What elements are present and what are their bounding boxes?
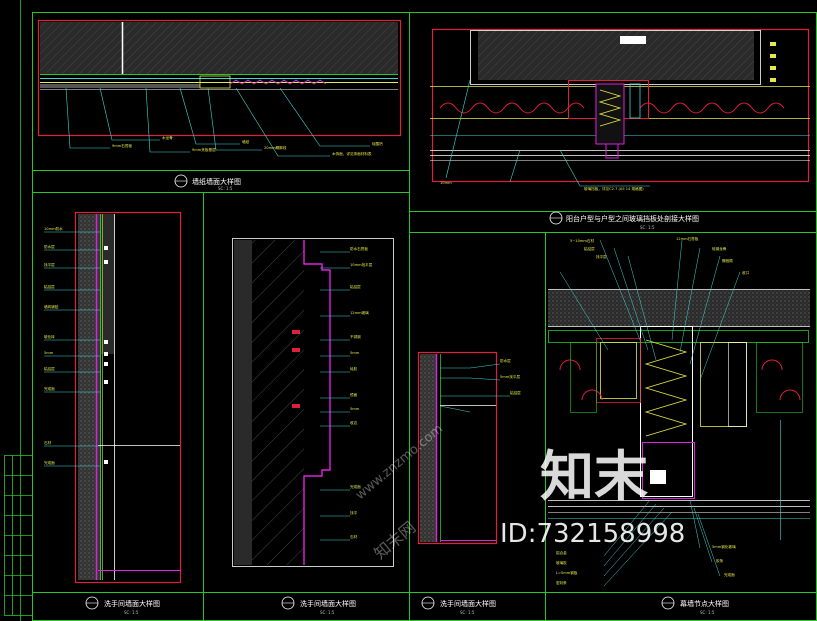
svg-text:5mm: 5mm: [44, 351, 54, 355]
svg-text:胶条: 胶条: [716, 558, 724, 563]
svg-text:硅胶: 硅胶: [350, 366, 358, 371]
svg-text:墙纸: 墙纸: [242, 139, 250, 144]
svg-text:隔音棉: 隔音棉: [722, 258, 733, 263]
title-block-6: 幕墙节点大样图 SC: 1:5: [661, 596, 729, 615]
svg-text:木饰面，详见饰面材料表: 木饰面，详见饰面材料表: [332, 151, 372, 156]
svg-text:木龙骨: 木龙骨: [162, 135, 173, 140]
title-block-5: 洗手间墙面大样图 SC: 1:5: [421, 596, 496, 615]
svg-text:5mm钢化玻璃: 5mm钢化玻璃: [712, 544, 736, 549]
detail-wallpaper-wall: 9mm石膏板 木龙骨 9mm夹板基层 墙纸 20mm踢脚线 木饰面，详见饰面材料…: [37, 19, 402, 157]
svg-text:粘结层: 粘结层: [510, 390, 521, 395]
svg-text:粘结层: 粘结层: [350, 284, 361, 289]
title-5: 洗手间墙面大样图: [440, 599, 496, 608]
svg-text:防水层: 防水层: [500, 358, 511, 363]
svg-text:玻化砖: 玻化砖: [44, 334, 55, 339]
detail-balcony-glass-partition: 玻璃挡板，详见C2.7 (A5 14 规格图) 10mm: [430, 28, 810, 191]
scale-3: SC: 1:5: [124, 610, 139, 615]
svg-text:20mm踢脚线: 20mm踢脚线: [264, 145, 287, 150]
scale-4: SC: 1:5: [320, 610, 335, 615]
svg-text:找平: 找平: [350, 510, 358, 515]
svg-text:找平层: 找平层: [44, 262, 55, 267]
title-block-1: 墙纸墙面大样图 SC: 1:5: [174, 174, 241, 191]
detail-washroom-wall-c: 防水层 5mm找平层 粘结层: [417, 351, 521, 545]
svg-text:12mm玻璃: 12mm玻璃: [350, 310, 369, 315]
detail-washroom-wall-b: 防水石膏板 10mm找平层 粘结层 12mm玻璃 不锈钢 5mm 硅胶 镜面 5…: [232, 238, 394, 567]
svg-text:找平层: 找平层: [596, 254, 607, 259]
watermark-small: 知末网: [370, 518, 419, 563]
svg-text:石材: 石材: [350, 534, 358, 539]
svg-text:硅酸钙: 硅酸钙: [372, 141, 383, 146]
svg-text:5mm: 5mm: [350, 407, 360, 411]
svg-text:完成面: 完成面: [724, 572, 735, 577]
svg-text:10mm防水: 10mm防水: [44, 226, 63, 231]
svg-text:10mm找平层: 10mm找平层: [350, 262, 373, 267]
svg-text:墙砖铺贴: 墙砖铺贴: [44, 304, 59, 309]
scale-1: SC: 1:5: [218, 186, 233, 191]
svg-text:12mm石膏板: 12mm石膏板: [676, 236, 699, 241]
scale-6: SC: 1:5: [700, 610, 715, 615]
svg-text:收口: 收口: [742, 270, 750, 275]
scale-5: SC: 1:5: [460, 610, 475, 615]
svg-text:收边: 收边: [350, 420, 358, 425]
svg-text:9mm夹板基层: 9mm夹板基层: [192, 147, 216, 152]
title-block-2: 阳台户型与户型之间玻璃挡板处剖接大样图 SC: 1:5: [549, 211, 699, 230]
title-block-3: 洗手间墙面大样图 SC: 1:5: [85, 596, 160, 615]
svg-text:防水层: 防水层: [44, 244, 55, 249]
title-3: 洗手间墙面大样图: [104, 599, 160, 608]
svg-text:9mm石膏板: 9mm石膏板: [112, 143, 132, 148]
title-2: 阳台户型与户型之间玻璃挡板处剖接大样图: [566, 214, 699, 223]
cad-drawing-sheet: 9mm石膏板 木龙骨 9mm夹板基层 墙纸 20mm踢脚线 木饰面，详见饰面材料…: [4, 0, 817, 621]
svg-text:粘结层: 粘结层: [584, 246, 595, 251]
title-block-4: 洗手间墙面大样图 SC: 1:5: [281, 596, 356, 615]
svg-text:防水石膏板: 防水石膏板: [350, 246, 368, 251]
watermark: 知末 ID:732158998 www.znzmo.com 知末网: [353, 421, 685, 563]
detail-washroom-wall-a: 10mm防水 防水层 找平层 粘结层 墙砖铺贴 玻化砖 5mm 粘结层 完成面 …: [44, 211, 182, 584]
left-title-strip: [4, 0, 33, 621]
svg-text:不锈钢: 不锈钢: [350, 334, 361, 339]
title-4: 洗手间墙面大样图: [300, 599, 356, 608]
svg-text:镜面: 镜面: [350, 392, 358, 397]
svg-text:完成面: 完成面: [44, 386, 55, 391]
svg-text:石材: 石材: [44, 440, 52, 445]
svg-text:玻璃胶: 玻璃胶: [556, 560, 567, 565]
svg-text:5mm找平层: 5mm找平层: [500, 374, 520, 379]
svg-text:轻钢龙骨: 轻钢龙骨: [712, 246, 727, 251]
scale-2: SC: 1:5: [640, 225, 655, 230]
svg-text:粘结层: 粘结层: [44, 284, 55, 289]
svg-text:粘结层: 粘结层: [44, 366, 55, 371]
svg-text:5~10mm石材: 5~10mm石材: [570, 238, 594, 243]
svg-text:L=5mm钢板: L=5mm钢板: [556, 570, 578, 575]
svg-text:5mm: 5mm: [350, 351, 360, 355]
svg-text:玻璃挡板，详见C2.7 (A5 14 规格图): 玻璃挡板，详见C2.7 (A5 14 规格图): [584, 186, 644, 191]
svg-text:密封条: 密封条: [556, 580, 567, 585]
title-1: 墙纸墙面大样图: [192, 177, 241, 186]
watermark-id: ID:732158998: [500, 519, 685, 549]
svg-text:完成面: 完成面: [44, 460, 55, 465]
title-6: 幕墙节点大样图: [680, 599, 729, 608]
svg-text:10mm: 10mm: [440, 181, 452, 185]
svg-text:铝合金: 铝合金: [556, 550, 567, 555]
watermark-logo: 知末: [540, 445, 648, 508]
